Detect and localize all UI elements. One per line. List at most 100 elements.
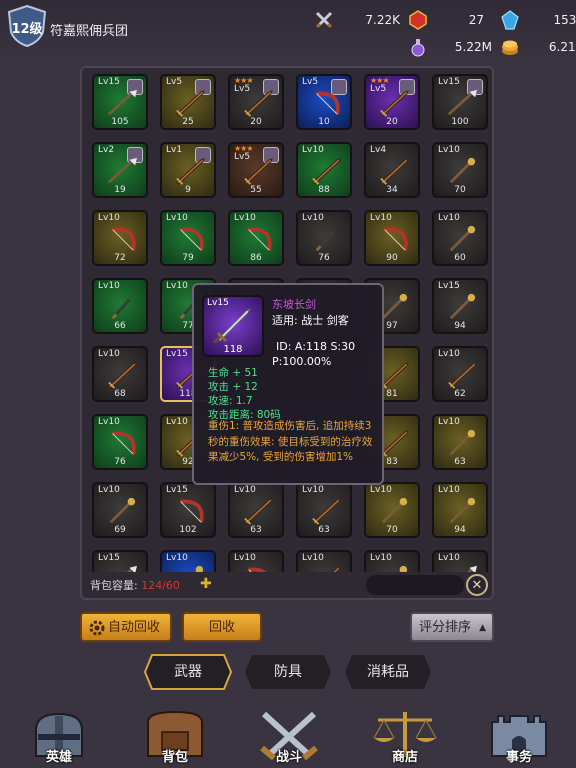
item-level: Lv15 bbox=[98, 77, 120, 87]
inventory-slot[interactable]: Lv15 bbox=[92, 550, 148, 572]
item-count: 60 bbox=[454, 253, 466, 263]
inventory-slot[interactable]: Lv15 102 bbox=[160, 482, 216, 538]
inventory-slot[interactable]: Lv10 86 bbox=[228, 210, 284, 266]
nav-affairs[interactable]: 事务 bbox=[484, 708, 554, 768]
sword-icon bbox=[244, 498, 273, 525]
inventory-slot[interactable]: Lv5 10 bbox=[296, 74, 352, 130]
inventory-slot[interactable]: Lv15 105 bbox=[92, 74, 148, 130]
bow-icon bbox=[112, 227, 136, 251]
inventory-slot[interactable]: Lv1 9 bbox=[160, 142, 216, 198]
nav-heroes-label: 英雄 bbox=[45, 750, 72, 765]
inventory-slot[interactable]: Lv10 bbox=[160, 550, 216, 572]
item-count: 88 bbox=[318, 185, 330, 195]
item-level: Lv10 bbox=[302, 145, 324, 155]
inventory-slot[interactable]: Lv10 60 bbox=[432, 210, 488, 266]
inventory-slot[interactable]: Lv4 34 bbox=[364, 142, 420, 198]
sword-icon bbox=[448, 362, 477, 389]
item-count: 62 bbox=[454, 389, 466, 399]
item-count: 76 bbox=[318, 253, 330, 263]
bow-icon bbox=[248, 227, 272, 251]
tab-consumables[interactable]: 消耗品 bbox=[344, 654, 432, 690]
auto-recycle-label: 自动回收 bbox=[107, 620, 160, 635]
item-count: 105 bbox=[111, 117, 129, 127]
inventory-slot[interactable]: Lv2 19 bbox=[92, 142, 148, 198]
inventory-slot[interactable]: Lv10 68 bbox=[92, 346, 148, 402]
item-level: Lv10 bbox=[302, 485, 324, 495]
inventory-slot[interactable]: ★★★ Lv5 55 bbox=[228, 142, 284, 198]
inventory-slot[interactable]: Lv10 88 bbox=[296, 142, 352, 198]
inventory-slot[interactable]: Lv15 100 bbox=[432, 74, 488, 130]
capacity-label: 背包容量: bbox=[90, 579, 138, 592]
level-badge[interactable]: 12级 bbox=[6, 4, 48, 48]
item-skill-description: 重伤1: 普攻造成伤害后, 追加持续3秒的重伤效果: 使目标受到的治疗效果减少5… bbox=[208, 420, 373, 463]
item-stat-attack-speed: 攻速: 1.7 bbox=[208, 395, 253, 407]
staff-icon bbox=[381, 497, 408, 524]
item-count: 94 bbox=[454, 321, 466, 331]
item-count: 79 bbox=[182, 253, 194, 263]
item-filter-bar[interactable] bbox=[366, 575, 464, 595]
inventory-slot[interactable]: ★★★ Lv5 20 bbox=[364, 74, 420, 130]
item-level: Lv10 bbox=[438, 145, 460, 155]
spear-icon bbox=[126, 565, 137, 572]
staff-icon bbox=[449, 225, 476, 252]
sword-icon bbox=[380, 90, 409, 117]
inventory-slot[interactable]: Lv10 76 bbox=[296, 210, 352, 266]
crystal-value: 1530 bbox=[553, 13, 576, 27]
inventory-slot[interactable]: Lv10 bbox=[228, 550, 284, 572]
inventory-slot[interactable]: Lv10 70 bbox=[432, 142, 488, 198]
expand-capacity-plus-icon[interactable]: ✚ bbox=[200, 576, 212, 592]
inventory-slot[interactable]: Lv10 72 bbox=[92, 210, 148, 266]
item-level: Lv15 bbox=[438, 77, 460, 87]
spear-icon bbox=[107, 157, 137, 184]
recycle-button[interactable]: 回收 bbox=[182, 612, 262, 642]
item-level: Lv10 bbox=[438, 349, 460, 359]
inventory-slot[interactable]: ★★★ Lv5 20 bbox=[228, 74, 284, 130]
item-count: 76 bbox=[114, 457, 126, 467]
item-count: 55 bbox=[250, 185, 262, 195]
item-stat-attack: 攻击 + 12 bbox=[208, 381, 258, 393]
player-level: 12级 bbox=[11, 22, 43, 37]
inventory-slot[interactable]: Lv15 94 bbox=[432, 278, 488, 334]
item-count: 19 bbox=[114, 185, 126, 195]
sort-by-score-button[interactable]: 评分排序 ▲ bbox=[410, 612, 494, 642]
sort-label: 评分排序 bbox=[418, 620, 471, 635]
inventory-slot[interactable]: Lv10 76 bbox=[92, 414, 148, 470]
tooltip-item-icon: Lv15 118 bbox=[202, 295, 264, 357]
spear-icon bbox=[447, 89, 477, 116]
inventory-slot[interactable]: Lv10 94 bbox=[432, 482, 488, 538]
nav-battle-label: 战斗 bbox=[275, 750, 302, 765]
inventory-slot[interactable]: Lv10 69 bbox=[92, 482, 148, 538]
item-count: 90 bbox=[386, 253, 398, 263]
inventory-slot[interactable]: Lv10 62 bbox=[432, 346, 488, 402]
item-level: Lv10 bbox=[234, 213, 256, 223]
blue-crystal-icon bbox=[501, 10, 519, 30]
nav-shop[interactable]: 商店 bbox=[370, 708, 440, 768]
nav-backpack[interactable]: 背包 bbox=[140, 708, 210, 768]
crystal-resource: 1530 bbox=[500, 10, 576, 30]
item-count: 68 bbox=[114, 389, 126, 399]
inventory-slot[interactable]: Lv10 63 bbox=[228, 482, 284, 538]
inventory-slot[interactable]: Lv10 70 bbox=[364, 482, 420, 538]
tab-armor[interactable]: 防具 bbox=[244, 654, 332, 690]
potion-value: 5.22M bbox=[454, 40, 492, 54]
inventory-slot[interactable]: Lv10 66 bbox=[92, 278, 148, 334]
inventory-slot[interactable]: Lv10 63 bbox=[432, 414, 488, 470]
inventory-slot[interactable]: Lv10 bbox=[364, 550, 420, 572]
nav-battle[interactable]: 战斗 bbox=[254, 708, 324, 768]
tab-weapons[interactable]: 武器 bbox=[144, 654, 232, 690]
bow-icon bbox=[112, 431, 136, 455]
close-icon[interactable]: ✕ bbox=[466, 574, 488, 596]
inventory-slot[interactable]: Lv10 63 bbox=[296, 482, 352, 538]
inventory-slot[interactable]: Lv10 79 bbox=[160, 210, 216, 266]
nav-heroes[interactable]: 英雄 bbox=[24, 708, 94, 768]
inventory-slot[interactable]: Lv10 bbox=[432, 550, 488, 572]
inventory-slot[interactable]: Lv5 25 bbox=[160, 74, 216, 130]
bow-icon bbox=[384, 227, 408, 251]
staff-icon bbox=[449, 497, 476, 524]
auto-recycle-button[interactable]: 自动回收 bbox=[80, 612, 172, 642]
inventory-slot[interactable]: Lv10 90 bbox=[364, 210, 420, 266]
nav-backpack-label: 背包 bbox=[161, 750, 188, 765]
item-count: 63 bbox=[454, 457, 466, 467]
staff-icon bbox=[195, 565, 204, 572]
inventory-slot[interactable]: Lv10 bbox=[296, 550, 352, 572]
